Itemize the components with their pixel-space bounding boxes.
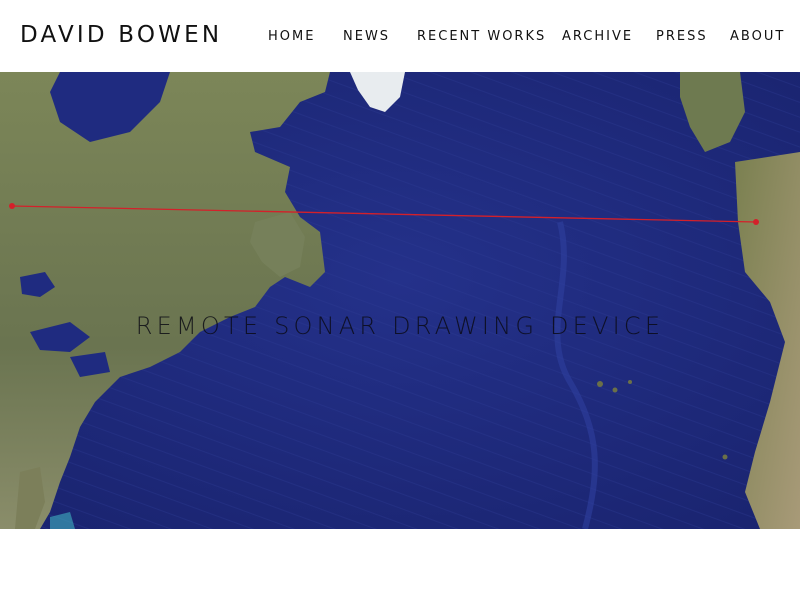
nav-item-recent-works[interactable]: RECENT WORKS [417,29,546,44]
main-nav: HOME NEWS RECENT WORKS ARCHIVE PRESS ABO… [0,29,800,49]
route-start-point [9,203,15,209]
site-header: DAVID BOWEN HOME NEWS RECENT WORKS ARCHI… [0,0,800,72]
hero-banner: REMOTE SONAR DRAWING DEVICE [0,72,800,529]
hero-title[interactable]: REMOTE SONAR DRAWING DEVICE [0,312,800,340]
azores-island [597,381,603,387]
route-end-point [753,219,759,225]
satellite-map-image [0,72,800,529]
azores-island [628,380,632,384]
madeira-island [722,454,728,460]
nav-item-press[interactable]: PRESS [656,29,708,44]
page-body-blank [0,529,800,600]
nav-item-archive[interactable]: ARCHIVE [562,29,633,44]
nav-item-about[interactable]: ABOUT [730,29,785,44]
azores-island [612,387,618,393]
nav-item-news[interactable]: NEWS [343,29,390,44]
nav-item-home[interactable]: HOME [268,29,315,44]
